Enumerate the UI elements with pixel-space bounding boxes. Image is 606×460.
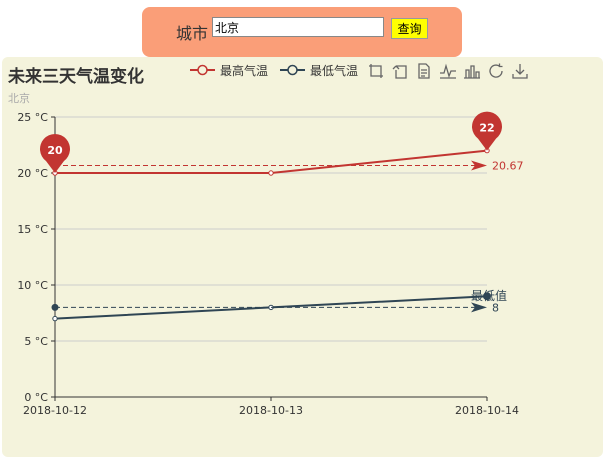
line-chart: 0 °C 5 °C 10 °C 15 °C 20 °C 25 °C 2018-10-12 20… [17, 111, 524, 417]
y-tick-label: 5 °C [24, 335, 48, 348]
query-button[interactable]: 查询 [391, 18, 428, 39]
data-point [268, 170, 274, 176]
search-bar: 城市 查询 [142, 7, 462, 57]
y-tick-label: 25 °C [17, 111, 48, 124]
line-chart-icon[interactable] [439, 62, 457, 80]
y-tick-label: 20 °C [17, 167, 48, 180]
city-input[interactable] [212, 17, 384, 37]
legend-label-low: 最低气温 [310, 64, 359, 78]
y-tick-label: 10 °C [17, 279, 48, 292]
data-point [52, 315, 58, 322]
x-tick-label: 2018-10-13 [239, 404, 303, 417]
x-tick-label: 2018-10-14 [455, 404, 519, 417]
mark-point-label: 20 [47, 144, 63, 157]
bar-chart-icon[interactable] [463, 62, 481, 80]
x-tick-label: 2018-10-12 [23, 404, 87, 417]
legend-label-high: 最高气温 [220, 64, 269, 78]
legend-line-icon [190, 64, 215, 76]
chart-panel: 0 °C 5 °C 10 °C 15 °C 20 °C 25 °C 2018-10-12 20… [2, 57, 603, 457]
restore-icon[interactable] [487, 62, 505, 80]
data-view-icon[interactable] [415, 62, 433, 80]
legend-line-icon [280, 64, 305, 76]
city-label: 城市 [176, 24, 209, 43]
mark-line-label: 8 [492, 301, 499, 314]
y-tick-label: 0 °C [24, 391, 48, 404]
mark-point-label: 最低值 [471, 288, 507, 303]
zoom-reset-icon[interactable] [391, 62, 409, 80]
zoom-icon[interactable] [367, 62, 385, 80]
mark-point-label: 22 [479, 122, 494, 135]
series-line [55, 149, 488, 174]
y-tick-label: 15 °C [17, 223, 48, 236]
mark-line-label: 20.67 [492, 159, 524, 172]
chart-title: 未来三天气温变化 [8, 67, 144, 87]
chart-subtitle: 北京 [8, 92, 30, 105]
save-image-icon[interactable] [511, 62, 529, 80]
